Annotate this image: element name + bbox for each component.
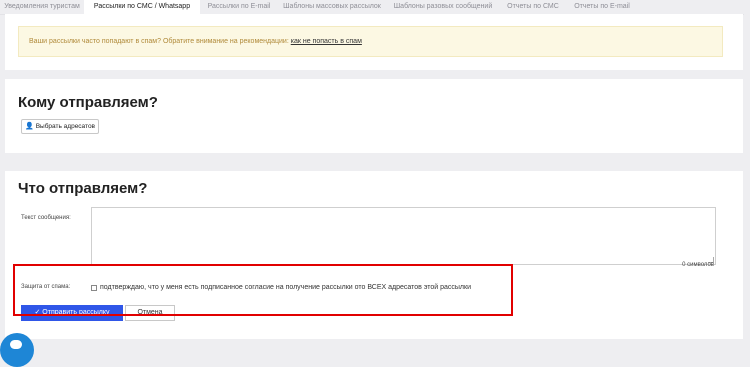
message-textarea[interactable] <box>91 207 716 265</box>
consent-checkbox[interactable] <box>91 285 97 291</box>
alert-card: Ваши рассылки часто попадают в спам? Обр… <box>5 14 743 70</box>
spam-alert: Ваши рассылки часто попадают в спам? Обр… <box>18 26 723 57</box>
recipients-title: Кому отправляем? <box>18 94 158 111</box>
tab-single-templates[interactable]: Шаблоны разовых сообщений <box>386 0 500 14</box>
content-title: Что отправляем? <box>18 180 148 197</box>
content-card: Что отправляем? Текст сообщения: 0 симво… <box>5 171 743 339</box>
tab-tourist-notifications[interactable]: Уведомления туристам <box>0 0 84 14</box>
alert-text: Ваши рассылки часто попадают в спам? Обр… <box>29 38 289 45</box>
chat-bubble-icon <box>10 340 22 349</box>
spam-protection-label: Защита от спама: <box>21 284 71 290</box>
send-button[interactable]: ✓ Отправить рассылку <box>21 305 123 321</box>
select-recipients-label: Выбрать адресатов <box>35 123 96 130</box>
tab-bar: Уведомления туристам Рассылки по СМС / W… <box>0 0 750 15</box>
cancel-button[interactable]: Отмена <box>125 305 175 321</box>
user-icon: 👤 <box>24 123 34 130</box>
page-scrollbar[interactable] <box>744 0 750 351</box>
chat-widget-button[interactable] <box>0 333 34 367</box>
tab-sms-whatsapp[interactable]: Рассылки по СМС / Whatsapp <box>84 0 200 14</box>
char-counter: 0 символов <box>682 262 714 268</box>
tab-sms-reports[interactable]: Отчеты по СМС <box>500 0 566 14</box>
spam-tips-link[interactable]: как не попасть в спам <box>291 38 362 45</box>
tab-email[interactable]: Рассылки по E-mail <box>200 0 278 14</box>
message-label: Текст сообщения: <box>21 215 71 221</box>
tab-mass-templates[interactable]: Шаблоны массовых рассылок <box>278 0 386 14</box>
recipients-card: Кому отправляем? 👤 Выбрать адресатов <box>5 79 743 153</box>
consent-text: подтверждаю, что у меня есть подписанное… <box>100 284 471 291</box>
select-recipients-button[interactable]: 👤 Выбрать адресатов <box>21 119 99 134</box>
tab-email-reports[interactable]: Отчеты по E-mail <box>566 0 638 14</box>
